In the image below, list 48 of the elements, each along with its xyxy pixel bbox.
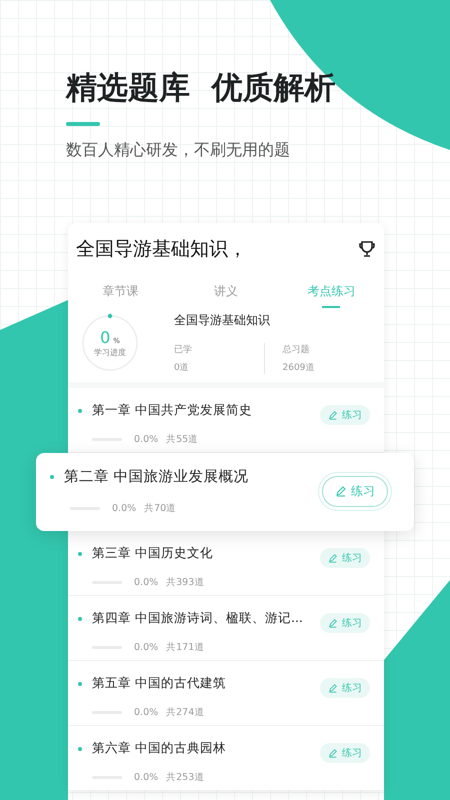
pen-icon [328,553,338,563]
headline: 精选题库 优质解析 [66,69,337,108]
pen-icon [335,485,347,497]
subtitle: 数百人精心研发，不刷无用的题 [66,140,291,161]
practice-button[interactable]: 练习 [320,405,370,425]
tab[interactable]: 讲义 [173,277,279,308]
chapter-percent: 0.0% [112,503,136,514]
practice-button[interactable]: 练习 [320,548,370,568]
chapter-percent: 0.0% [134,577,158,588]
chapter-row[interactable]: 第五章 中国的古代建筑 0.0% 共274道 练习 [68,661,384,726]
chapter-count: 共274道 [166,706,204,719]
chapter-row[interactable]: 第三章 中国历史文化 0.0% 共393道 练习 [68,531,384,596]
tab[interactable]: 考点练习 [278,277,384,308]
chapter-count: 共171道 [166,641,204,654]
course-name: 全国导游基础知识 [174,312,271,329]
pen-icon [328,410,338,420]
chapter-count: 共253道 [166,771,204,784]
chapter-count: 共55道 [166,433,198,446]
chapter-title: 第五章 中国的古代建筑 [92,675,226,692]
chapter-percent: 0.0% [134,772,158,783]
chapter-percent: 0.0% [134,434,158,445]
tab[interactable]: 章节课 [68,277,174,308]
pen-icon [328,748,338,758]
practice-button[interactable]: 练习 [320,613,370,633]
stat-value: 0道 [174,362,190,374]
chapter-row[interactable]: 第六章 中国的古典园林 0.0% 共253道 练习 [68,726,384,791]
chapter-title: 第一章 中国共产党发展简史 [92,402,252,419]
trophy-icon[interactable] [358,240,376,258]
pen-icon [328,618,338,628]
course-title: 全国导游基础知识， [76,237,247,262]
chapter-title: 第二章 中国旅游业发展概况 [64,468,249,486]
chapter-card[interactable]: 第二章 中国旅游业发展概况 0.0% 共70道 练习 [36,453,414,531]
chapter-title: 第四章 中国旅游诗词、楹联、游记... [92,610,303,627]
chapter-row[interactable]: 第一章 中国共产党发展简史 0.0% 共55道 练习 [68,388,384,453]
stat-value: 2609道 [282,362,316,374]
chapter-percent: 0.0% [134,642,158,653]
practice-button[interactable]: 练习 [320,678,370,698]
stat-label: 总习题 [282,344,310,356]
stat-label: 已学 [174,344,193,356]
chapter-count: 共70道 [144,502,176,515]
chapter-title: 第六章 中国的古典园林 [92,740,226,757]
chapter-percent: 0.0% [134,707,158,718]
practice-button[interactable]: 练习 [320,743,370,763]
chapter-count: 共393道 [166,576,204,589]
chapter-title: 第三章 中国历史文化 [92,545,213,562]
chapter-row[interactable]: 第四章 中国旅游诗词、楹联、游记... 0.0% 共171道 练习 [68,596,384,661]
progress-label: 学习进度 [94,347,126,358]
pen-icon [328,683,338,693]
